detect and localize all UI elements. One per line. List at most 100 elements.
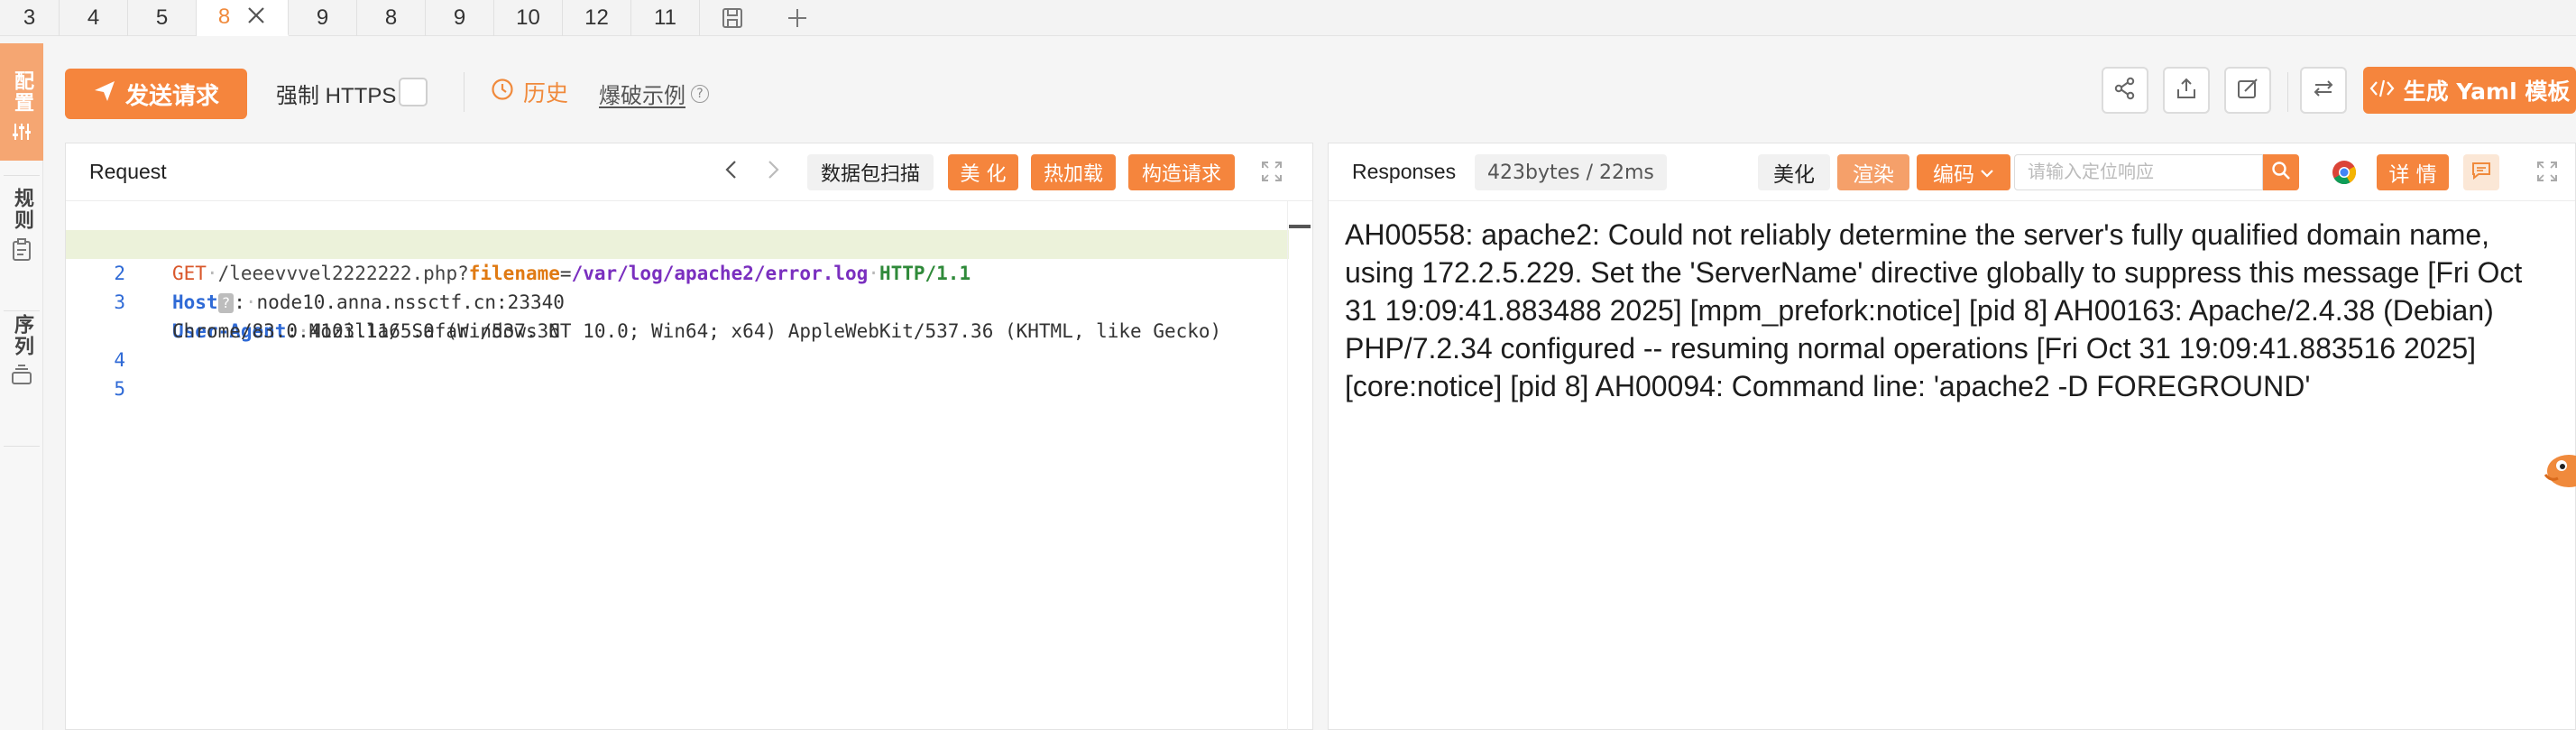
sliders-icon (11, 121, 32, 146)
encoding-dropdown[interactable]: 编码 (1917, 154, 2010, 190)
tab-3[interactable]: 3 (0, 0, 60, 36)
encoding-label: 编码 (1933, 163, 1974, 187)
share-icon (2113, 77, 2137, 104)
swap-button[interactable] (2300, 67, 2347, 114)
tab-label: 10 (516, 5, 540, 30)
swap-icon (2312, 77, 2335, 104)
tab-label: 5 (155, 5, 169, 30)
history-button[interactable]: 历史 (491, 76, 568, 108)
code-line: 2 Host?:·node10.anna.nssctf.cn:23340 (66, 230, 1289, 313)
tab-strip: 3 4 5 8 9 8 9 10 12 11 (0, 0, 2576, 36)
request-editor[interactable]: 1 GET·/leeevvvel2222222.php?filename=/va… (66, 201, 1312, 730)
code-line: 1 GET·/leeevvvel2222222.php?filename=/va… (66, 201, 1289, 284)
expand-icon[interactable] (1260, 160, 1283, 187)
locate-response-input[interactable] (2014, 154, 2263, 190)
request-panel-header: Request 数据包扫描 美 化 热加载 构造请求 (66, 143, 1312, 201)
close-icon[interactable] (246, 4, 266, 31)
clipboard-icon (11, 238, 32, 265)
tab-label: 9 (453, 5, 466, 30)
editor-scrollbar[interactable] (1287, 201, 1312, 730)
rail-item-label: 序列 (11, 314, 33, 357)
construct-request-button[interactable]: 构造请求 (1128, 154, 1235, 190)
help-icon[interactable]: ? (691, 84, 709, 103)
response-size-time: 423bytes / 22ms (1475, 154, 1667, 190)
tab-9b[interactable]: 9 (426, 0, 494, 36)
render-button[interactable]: 渲染 (1837, 154, 1909, 190)
share-button[interactable] (2102, 67, 2148, 114)
plus-icon[interactable] (765, 0, 830, 36)
beautify-label: 美 化 (960, 163, 1007, 186)
tab-8[interactable]: 8 (357, 0, 426, 36)
details-label: 详 情 (2388, 163, 2437, 187)
line-number: 5 (114, 378, 125, 400)
tab-label: 12 (584, 5, 609, 30)
render-label: 渲染 (1853, 163, 1894, 187)
code-line: 5 (66, 346, 1289, 400)
response-panel: Responses 423bytes / 22ms 美化 渲染 编码 请输入定位… (1328, 143, 2576, 730)
comment-button[interactable] (2463, 154, 2499, 190)
side-rail: 配置 规则 序列 (0, 43, 43, 730)
search-icon (2271, 161, 2291, 184)
history-label: 历史 (523, 80, 569, 106)
edit-button[interactable] (2224, 67, 2271, 114)
upload-icon (2175, 77, 2198, 104)
force-https-checkbox[interactable] (399, 78, 428, 106)
mascot-icon[interactable] (2542, 451, 2576, 491)
beautify-request-button[interactable]: 美 化 (948, 154, 1018, 190)
beautify-response-button[interactable]: 美化 (1758, 154, 1830, 190)
code-line: 4 (66, 317, 1289, 371)
tab-label: 9 (316, 5, 329, 30)
code-line: 3 User-Agent:·Mozilla/5.0 (Windows NT 10… (66, 259, 1289, 342)
code-icon (2369, 78, 2395, 104)
construct-request-label: 构造请求 (1141, 163, 1221, 186)
generate-yaml-button[interactable]: 生成 Yaml 模板 (2363, 67, 2576, 114)
rail-item-label: 规则 (11, 188, 33, 231)
tab-12[interactable]: 12 (563, 0, 631, 36)
tab-label: 4 (87, 5, 100, 30)
chevron-right-icon[interactable] (764, 156, 782, 190)
chrome-icon[interactable] (2332, 160, 2357, 189)
brute-force-examples-link[interactable]: 爆破示例 ? (599, 78, 709, 109)
tab-label: 8 (384, 5, 398, 30)
examples-label: 爆破示例 (599, 83, 685, 108)
rail-item-sequence[interactable]: 序列 (0, 314, 43, 440)
tab-label: 11 (654, 5, 676, 30)
generate-yaml-label: 生成 Yaml 模板 (2403, 79, 2571, 105)
beautify-label: 美化 (1773, 163, 1815, 187)
response-panel-header: Responses 423bytes / 22ms 美化 渲染 编码 请输入定位… (1329, 143, 2575, 201)
clock-icon (491, 78, 514, 106)
send-icon (93, 79, 116, 109)
toolbar: 发送请求 强制 HTTPS 历史 爆破示例 ? 生成 Yaml 模板 (43, 43, 2576, 143)
tab-label: 3 (23, 5, 36, 30)
tab-8-active[interactable]: 8 (197, 0, 289, 36)
details-button[interactable]: 详 情 (2377, 154, 2449, 190)
response-body[interactable]: AH00558: apache2: Could not reliably det… (1345, 216, 2553, 405)
send-request-button[interactable]: 发送请求 (65, 69, 247, 119)
force-https-label: 强制 HTTPS (276, 84, 397, 108)
tab-11[interactable]: 11 (631, 0, 700, 36)
code-line-wrap: Chrome/83.0.4103.116 Safari/537.36 (66, 288, 1289, 342)
tab-5[interactable]: 5 (128, 0, 197, 36)
layers-icon (10, 365, 33, 390)
chevron-down-icon (1980, 161, 1994, 184)
tab-4[interactable]: 4 (60, 0, 128, 36)
save-icon[interactable] (700, 0, 765, 36)
response-title: Responses (1352, 160, 1457, 183)
send-request-label: 发送请求 (124, 82, 219, 110)
tab-9[interactable]: 9 (289, 0, 357, 36)
rail-item-label: 配置 (11, 70, 33, 114)
rail-item-rules[interactable]: 规则 (0, 188, 43, 314)
hot-reload-button[interactable]: 热加载 (1031, 154, 1116, 190)
search-button[interactable] (2263, 154, 2299, 190)
comment-icon (2470, 161, 2492, 184)
request-panel: Request 数据包扫描 美 化 热加载 构造请求 1 GET·/leeevv… (65, 143, 1313, 730)
chevron-left-icon[interactable] (722, 156, 741, 190)
tab-label: 8 (217, 5, 231, 29)
export-button[interactable] (2163, 67, 2210, 114)
expand-icon[interactable] (2535, 160, 2559, 187)
packet-scan-label: 数据包扫描 (820, 163, 920, 186)
tab-10[interactable]: 10 (494, 0, 563, 36)
packet-scan-button[interactable]: 数据包扫描 (807, 154, 934, 190)
rail-item-config[interactable]: 配置 (0, 43, 43, 161)
edit-icon (2236, 77, 2259, 104)
